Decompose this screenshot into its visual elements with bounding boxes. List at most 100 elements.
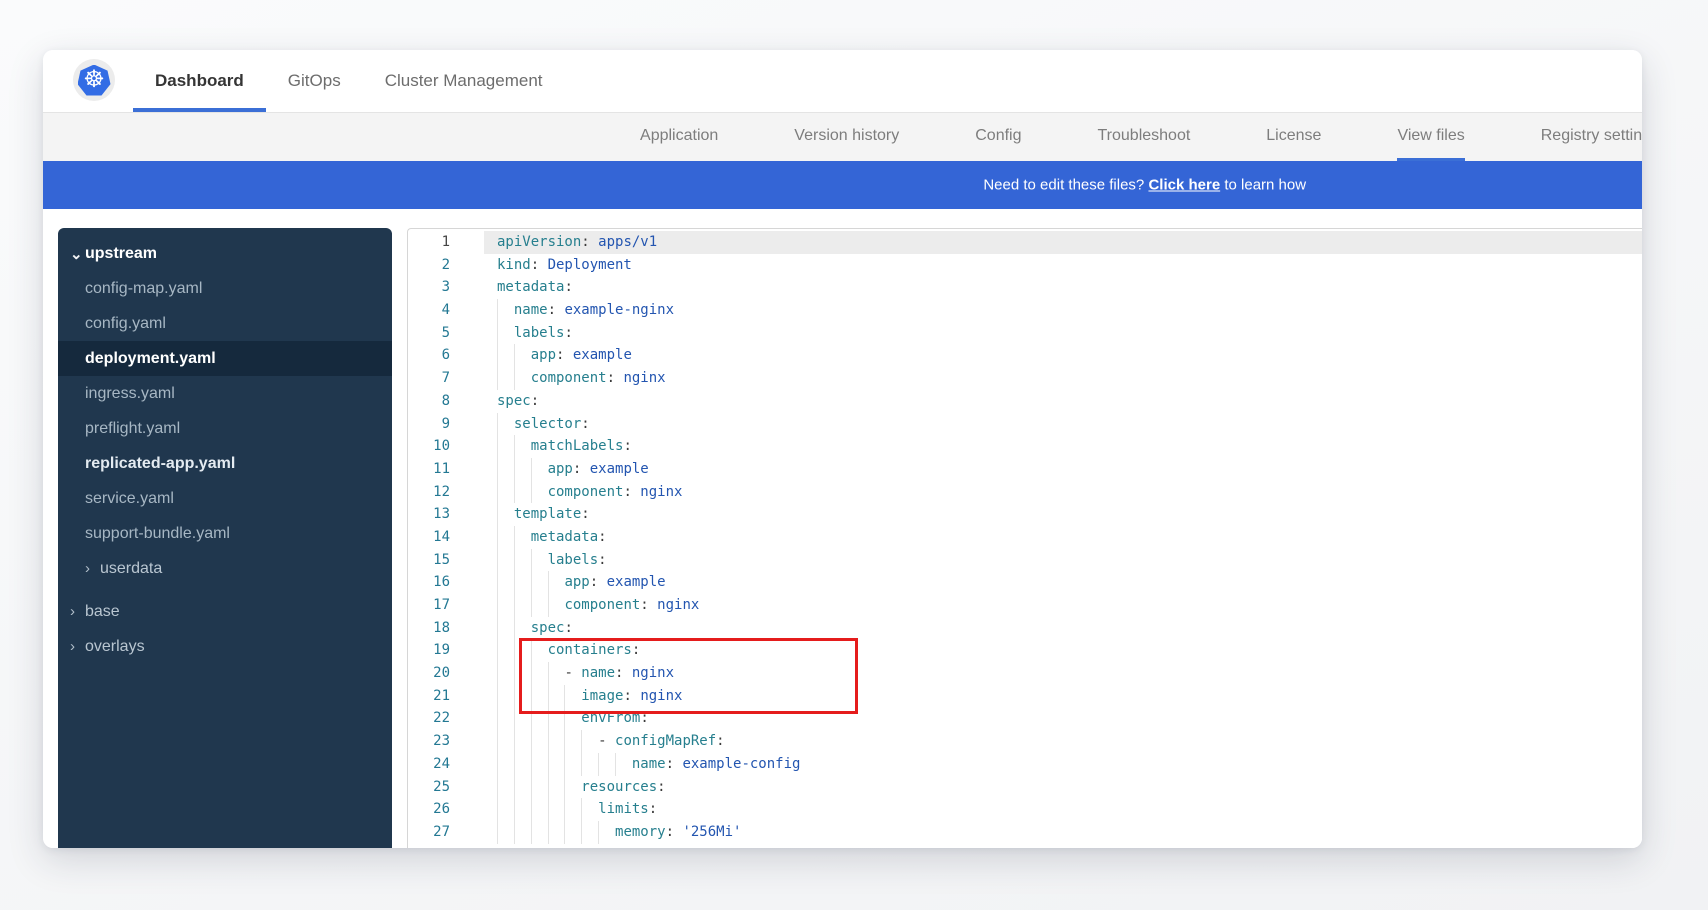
code-line-17: 17 component: nginx (408, 594, 1642, 617)
indent-guide (497, 662, 498, 685)
tree-item-label: upstream (85, 245, 157, 263)
indent-guide (564, 685, 565, 708)
indent-guide (581, 753, 582, 776)
sub-tab-config[interactable]: Config (975, 113, 1021, 161)
line-number: 22 (408, 707, 450, 730)
chevron-down-icon: ⌄ (70, 245, 85, 263)
code-line-24: 24 name: example-config (408, 753, 1642, 776)
indent-guide (497, 594, 498, 617)
indent-guide (497, 753, 498, 776)
indent-guide (531, 594, 532, 617)
tree-item-preflight-yaml[interactable]: preflight.yaml (58, 411, 392, 446)
indent-guide (531, 821, 532, 844)
indent-guide (514, 753, 515, 776)
tree-item-config-map-yaml[interactable]: config-map.yaml (58, 271, 392, 306)
code-line-3: 3metadata: (408, 276, 1642, 299)
sub-tab-license[interactable]: License (1266, 113, 1321, 161)
indent-guide (497, 707, 498, 730)
sub-tab-troubleshoot[interactable]: Troubleshoot (1097, 113, 1190, 161)
code-line-2: 2kind: Deployment (408, 254, 1642, 277)
indent-guide (581, 730, 582, 753)
line-number: 19 (408, 639, 450, 662)
tree-item-service-yaml[interactable]: service.yaml (58, 481, 392, 516)
indent-guide (514, 571, 515, 594)
app-sub-navbar: Application Version history Config Troubles… (43, 113, 1642, 161)
sub-tab-registry-settings[interactable]: Registry settings (1541, 113, 1642, 161)
indent-guide (548, 594, 549, 617)
code-line-19: 19 containers: (408, 639, 1642, 662)
top-tab-dashboard[interactable]: Dashboard (133, 50, 266, 112)
line-number: 14 (408, 526, 450, 549)
banner-text-before: Need to edit these files? (983, 177, 1148, 194)
indent-guide (514, 639, 515, 662)
indent-guide (531, 707, 532, 730)
indent-guide (531, 730, 532, 753)
admin-console-window: ☸ DashboardGitOpsCluster Management Appl… (43, 50, 1642, 848)
sub-tab-version-history[interactable]: Version history (794, 113, 899, 161)
indent-guide (497, 322, 498, 345)
tree-item-upstream[interactable]: ⌄upstream (58, 236, 392, 271)
line-number: 23 (408, 730, 450, 753)
code-line-23: 23 - configMapRef: (408, 730, 1642, 753)
code-line-25: 25 resources: (408, 776, 1642, 799)
tree-item-label: replicated-app.yaml (85, 455, 235, 473)
indent-guide (581, 798, 582, 821)
indent-guide (514, 662, 515, 685)
top-tab-cluster-management[interactable]: Cluster Management (363, 50, 565, 112)
code-line-10: 10 matchLabels: (408, 435, 1642, 458)
indent-guide (531, 776, 532, 799)
line-number: 27 (408, 821, 450, 844)
indent-guide (514, 730, 515, 753)
chevron-right-icon: › (70, 638, 85, 655)
tree-item-replicated-app-yaml[interactable]: replicated-app.yaml (58, 446, 392, 481)
tree-item-ingress-yaml[interactable]: ingress.yaml (58, 376, 392, 411)
indent-guide (497, 435, 498, 458)
indent-guide (497, 730, 498, 753)
tree-item-base[interactable]: ›base (58, 594, 392, 629)
indent-guide (497, 776, 498, 799)
indent-guide (514, 367, 515, 390)
line-number: 17 (408, 594, 450, 617)
code-line-5: 5 labels: (408, 322, 1642, 345)
code-line-6: 6 app: example (408, 344, 1642, 367)
tree-item-userdata[interactable]: ›userdata (58, 551, 392, 586)
tree-item-label: support-bundle.yaml (85, 525, 230, 543)
sub-tab-application[interactable]: Application (640, 113, 718, 161)
indent-guide (497, 344, 498, 367)
banner-click-here-link[interactable]: Click here (1148, 177, 1220, 194)
line-number: 25 (408, 776, 450, 799)
top-tab-gitops[interactable]: GitOps (266, 50, 363, 112)
page-background: ☸ DashboardGitOpsCluster Management Appl… (0, 0, 1708, 910)
tree-item-label: ingress.yaml (85, 385, 175, 403)
tree-item-config-yaml[interactable]: config.yaml (58, 306, 392, 341)
indent-guide (548, 571, 549, 594)
indent-guide (564, 753, 565, 776)
tree-item-deployment-yaml[interactable]: deployment.yaml (58, 341, 392, 376)
code-line-11: 11 app: example (408, 458, 1642, 481)
tree-item-label: deployment.yaml (85, 350, 216, 368)
line-number: 16 (408, 571, 450, 594)
code-line-14: 14 metadata: (408, 526, 1642, 549)
line-number: 21 (408, 685, 450, 708)
indent-guide (497, 413, 498, 436)
file-tree-sidebar: ⌄upstreamconfig-map.yamlconfig.yamldeplo… (58, 228, 392, 848)
indent-guide (514, 526, 515, 549)
line-number: 4 (408, 299, 450, 322)
yaml-code-editor[interactable]: 1apiVersion: apps/v12kind: Deployment3me… (407, 228, 1642, 848)
sub-tab-view-files[interactable]: View files (1397, 113, 1464, 161)
indent-guide (581, 821, 582, 844)
line-number: 13 (408, 503, 450, 526)
tree-item-overlays[interactable]: ›overlays (58, 629, 392, 664)
indent-guide (548, 662, 549, 685)
indent-guide (497, 503, 498, 526)
tree-item-support-bundle-yaml[interactable]: support-bundle.yaml (58, 516, 392, 551)
indent-guide (548, 685, 549, 708)
indent-guide (531, 549, 532, 572)
tree-item-label: config.yaml (85, 315, 166, 333)
indent-guide (497, 367, 498, 390)
line-number: 5 (408, 322, 450, 345)
indent-guide (497, 685, 498, 708)
indent-guide (548, 798, 549, 821)
indent-guide (598, 821, 599, 844)
kubernetes-logo-icon: ☸ (73, 59, 115, 101)
